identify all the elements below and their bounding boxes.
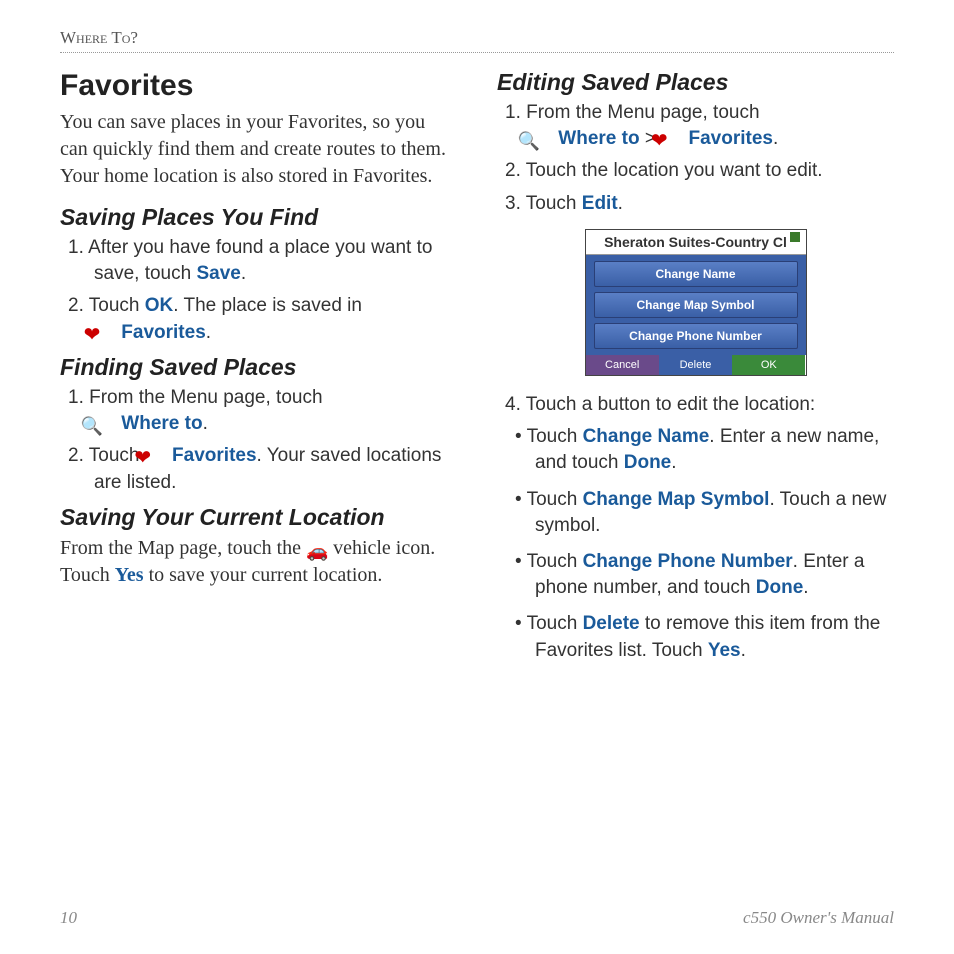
device-title: Sheraton Suites-Country Cl — [586, 230, 806, 255]
change-name-button[interactable]: Change Name — [594, 261, 798, 287]
bullet-delete: Touch Delete to remove this item from th… — [507, 611, 894, 663]
magnifier-icon — [531, 129, 553, 149]
kw-delete: Delete — [583, 613, 640, 634]
kw-where-to: Where to — [121, 413, 202, 434]
step-edit-2: 2. Touch the location you want to edit. — [497, 158, 894, 184]
satellite-icon — [790, 232, 800, 242]
heart-icon — [145, 445, 167, 465]
delete-button[interactable]: Delete — [659, 355, 732, 375]
subhead-current-location: Saving Your Current Location — [60, 504, 457, 531]
kw-yes: Yes — [115, 564, 144, 586]
kw-edit: Edit — [582, 193, 618, 214]
section-header: Where To? — [60, 28, 894, 53]
heart-icon — [94, 322, 116, 342]
left-column: Favorites You can save places in your Fa… — [60, 69, 457, 674]
step-save-2: 2. Touch OK. The place is saved in Favor… — [60, 293, 457, 345]
content-columns: Favorites You can save places in your Fa… — [60, 69, 894, 674]
subhead-saving-places: Saving Places You Find — [60, 204, 457, 231]
doc-title: c550 Owner's Manual — [743, 908, 894, 928]
subhead-editing: Editing Saved Places — [497, 69, 894, 96]
right-column: Editing Saved Places 1. From the Menu pa… — [497, 69, 894, 674]
subhead-finding: Finding Saved Places — [60, 354, 457, 381]
cancel-button[interactable]: Cancel — [586, 355, 659, 375]
kw-change-name: Change Name — [583, 426, 710, 447]
vehicle-icon — [306, 538, 328, 558]
page-title: Favorites — [60, 69, 457, 103]
step-edit-3: 3. Touch Edit. — [497, 191, 894, 217]
intro-text: You can save places in your Favorites, s… — [60, 109, 457, 190]
step-find-1: 1. From the Menu page, touch Where to. — [60, 385, 457, 437]
ok-button[interactable]: OK — [732, 355, 805, 375]
device-screenshot: Sheraton Suites-Country Cl Change Name C… — [585, 229, 807, 376]
kw-change-map-symbol: Change Map Symbol — [583, 489, 770, 510]
kw-favorites: Favorites — [121, 322, 205, 343]
kw-ok: OK — [145, 295, 174, 316]
kw-favorites-2: Favorites — [172, 445, 256, 466]
change-phone-number-button[interactable]: Change Phone Number — [594, 323, 798, 349]
step-edit-1: 1. From the Menu page, touch Where to > … — [497, 100, 894, 152]
kw-done: Done — [624, 452, 672, 473]
kw-favorites-3: Favorites — [689, 128, 773, 149]
kw-yes-2: Yes — [708, 640, 741, 661]
page-footer: 10 c550 Owner's Manual — [60, 908, 894, 928]
heart-icon — [661, 128, 683, 148]
magnifier-icon — [94, 414, 116, 434]
step-save-1: 1. After you have found a place you want… — [60, 235, 457, 287]
change-map-symbol-button[interactable]: Change Map Symbol — [594, 292, 798, 318]
current-location-text: From the Map page, touch the vehicle ico… — [60, 535, 457, 589]
page-number: 10 — [60, 908, 77, 928]
kw-done-2: Done — [756, 577, 804, 598]
bullet-change-phone: Touch Change Phone Number. Enter a phone… — [507, 549, 894, 601]
kw-save: Save — [196, 263, 240, 284]
kw-where-to-2: Where to — [558, 128, 639, 149]
bullet-change-symbol: Touch Change Map Symbol. Touch a new sym… — [507, 487, 894, 539]
bullet-change-name: Touch Change Name. Enter a new name, and… — [507, 424, 894, 476]
step-edit-4: 4. Touch a button to edit the location: — [497, 392, 894, 418]
step-find-2: 2. Touch Favorites. Your saved locations… — [60, 443, 457, 495]
kw-change-phone: Change Phone Number — [583, 551, 793, 572]
